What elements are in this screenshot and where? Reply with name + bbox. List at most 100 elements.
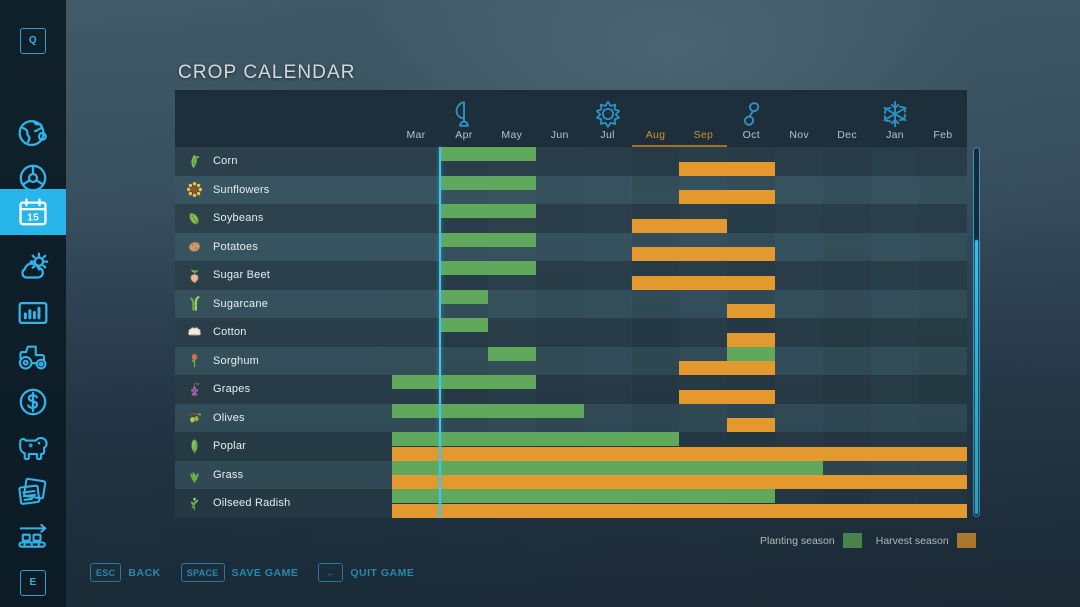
harvest-season-bar — [631, 275, 776, 290]
month-column-tint — [918, 232, 967, 261]
table-row[interactable]: Olives — [175, 403, 967, 433]
crop-name: Oilseed Radish — [213, 497, 291, 510]
month-column-tint — [631, 289, 680, 318]
poplar-icon — [186, 438, 203, 455]
month-column-tint — [871, 318, 919, 347]
month-column-tint — [918, 261, 967, 290]
bottom-action-label: BACK — [128, 566, 161, 579]
sunflower-icon — [186, 181, 203, 198]
harvest-season-bar — [679, 190, 776, 204]
month-column-tint — [918, 346, 967, 375]
month-label-mar: Mar — [406, 129, 426, 141]
planting-season-bar — [392, 460, 824, 475]
legend: Planting season Harvest season — [760, 533, 976, 548]
month-column-tint — [584, 347, 632, 376]
cotton-icon — [186, 324, 203, 341]
legend-planting-swatch — [842, 533, 862, 548]
planting-season-bar — [392, 489, 776, 503]
crop-calendar-screen: Q 15 E CROP CALENDAR Mar Apr May Jun Jul Aug Sep… — [0, 0, 1080, 607]
bottom-action-label: SAVE GAME — [231, 566, 299, 579]
sidebar-item-contracts[interactable] — [0, 469, 66, 514]
vertical-scrollbar[interactable] — [973, 147, 980, 517]
scrollbar-thumb[interactable] — [975, 240, 978, 514]
crop-row-label: Corn — [175, 147, 392, 176]
sidebar-item-animals[interactable] — [0, 424, 66, 469]
bottom-action-quit-game[interactable]: ← QUIT GAME — [318, 563, 414, 582]
month-column-tint — [918, 175, 967, 204]
crop-name: Sunflowers — [213, 183, 270, 196]
weather-icon — [16, 250, 50, 284]
bottom-action-save-game[interactable]: SPACE SAVE GAME — [180, 563, 299, 582]
crop-name: Olives — [213, 411, 245, 424]
harvest-season-bar — [727, 304, 776, 318]
globe-icon — [16, 116, 50, 150]
current-time-indicator — [439, 147, 441, 518]
month-label-jul: Jul — [600, 129, 615, 141]
tractor-icon — [16, 340, 50, 374]
table-row[interactable]: Sunflowers — [175, 175, 967, 204]
planting-season-bar — [439, 232, 536, 247]
bottom-action-bar: ESC BACK SPACE SAVE GAME ← QUIT GAME — [90, 563, 414, 582]
month-column-tint — [775, 375, 823, 404]
harvest-season-bar — [727, 418, 776, 432]
bottom-action-back[interactable]: ESC BACK — [90, 563, 161, 582]
crop-row-label: Sugar Beet — [175, 261, 392, 290]
month-column-tint — [535, 289, 584, 318]
spring-sprout-icon — [449, 99, 479, 129]
legend-planting-label: Planting season — [760, 534, 835, 547]
crop-row-label: Grapes — [175, 375, 392, 404]
table-row[interactable]: Oilseed Radish — [175, 489, 967, 518]
month-column-tint — [535, 375, 584, 404]
month-column-tint — [631, 318, 680, 347]
month-label-oct: Oct — [742, 129, 760, 141]
sidebar-item-calendar[interactable]: 15 — [0, 189, 66, 235]
month-column-tint — [535, 147, 584, 176]
month-column-tint — [823, 403, 871, 432]
month-column-tint — [775, 404, 823, 433]
planting-season-bar — [392, 375, 536, 389]
q-key-icon: Q — [20, 27, 46, 54]
sidebar-item-q[interactable]: Q — [0, 18, 66, 63]
sidebar-item-weather[interactable] — [0, 244, 66, 289]
planting-season-bar — [439, 289, 488, 304]
table-row[interactable]: Sugar Beet — [175, 261, 967, 290]
planting-season-bar — [487, 346, 536, 361]
sorghum-icon — [186, 352, 203, 369]
table-row[interactable]: Soybeans — [175, 204, 967, 233]
month-column-tint — [631, 147, 680, 176]
table-row[interactable]: Grass — [175, 460, 967, 489]
crop-row-label: Soybeans — [175, 204, 392, 233]
sidebar-item-vehicle-overview[interactable] — [0, 334, 66, 379]
crop-rows-container[interactable]: Corn Sunflowers Soybeans Potatoes Sugar Beet… — [175, 147, 967, 518]
calendar-header-band: Mar Apr May Jun Jul Aug Sep Oct Nov Dec Jan Feb — [175, 90, 967, 147]
table-row[interactable]: Sugarcane — [175, 289, 967, 319]
month-column-tint — [439, 346, 488, 375]
month-column-tint — [679, 289, 728, 318]
table-row[interactable]: Grapes — [175, 375, 967, 404]
planting-season-bar — [439, 204, 536, 218]
sidebar-item-e[interactable]: E — [0, 560, 66, 605]
harvest-season-bar — [727, 332, 776, 347]
planting-season-bar — [392, 403, 584, 418]
sidebar-item-production[interactable] — [0, 514, 66, 559]
table-row[interactable]: Potatoes — [175, 232, 967, 261]
month-column-tint — [584, 404, 632, 433]
calendar-icon: 15 — [16, 195, 50, 229]
table-row[interactable]: Sorghum — [175, 346, 967, 376]
table-row[interactable]: Poplar — [175, 432, 967, 461]
table-row[interactable]: Corn — [175, 147, 967, 176]
sidebar-item-finances[interactable] — [0, 379, 66, 424]
sidebar-item-map[interactable] — [0, 110, 66, 155]
table-row[interactable]: Cotton — [175, 318, 967, 347]
month-column-tint — [584, 290, 632, 319]
winter-snowflake-icon — [880, 99, 910, 129]
harvest-season-bar — [392, 446, 967, 461]
month-column-tint — [823, 346, 871, 375]
month-label-feb: Feb — [933, 129, 953, 141]
month-column-tint — [823, 375, 871, 404]
month-column-tint — [871, 347, 919, 376]
sidebar-item-statistics[interactable] — [0, 290, 66, 335]
month-column-tint — [871, 261, 919, 290]
month-label-nov: Nov — [789, 129, 809, 141]
month-column-tint — [535, 175, 584, 204]
